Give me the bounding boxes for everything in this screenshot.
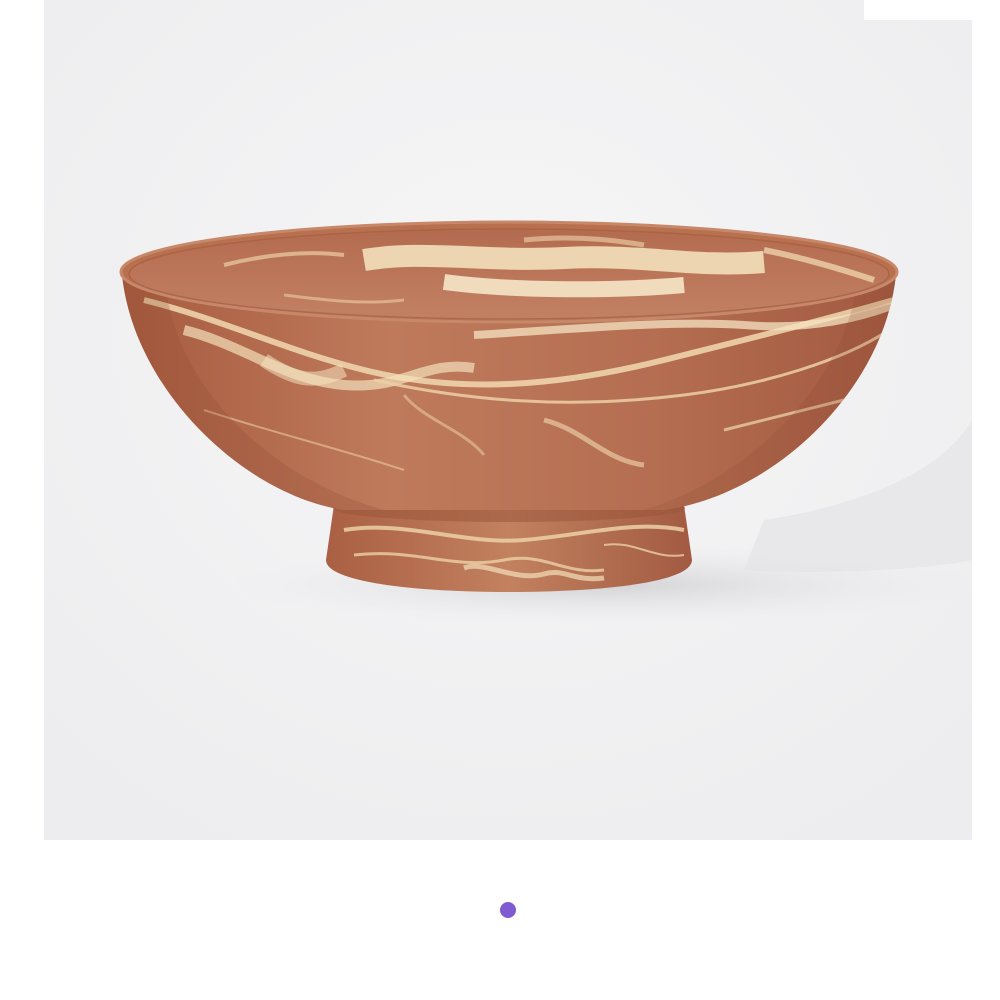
image-pagination (0, 900, 1000, 920)
pagination-dot-active[interactable] (500, 902, 516, 918)
product-image-viewer[interactable] (44, 0, 972, 840)
bowl-image (44, 0, 972, 840)
product-gallery (0, 0, 1000, 1000)
